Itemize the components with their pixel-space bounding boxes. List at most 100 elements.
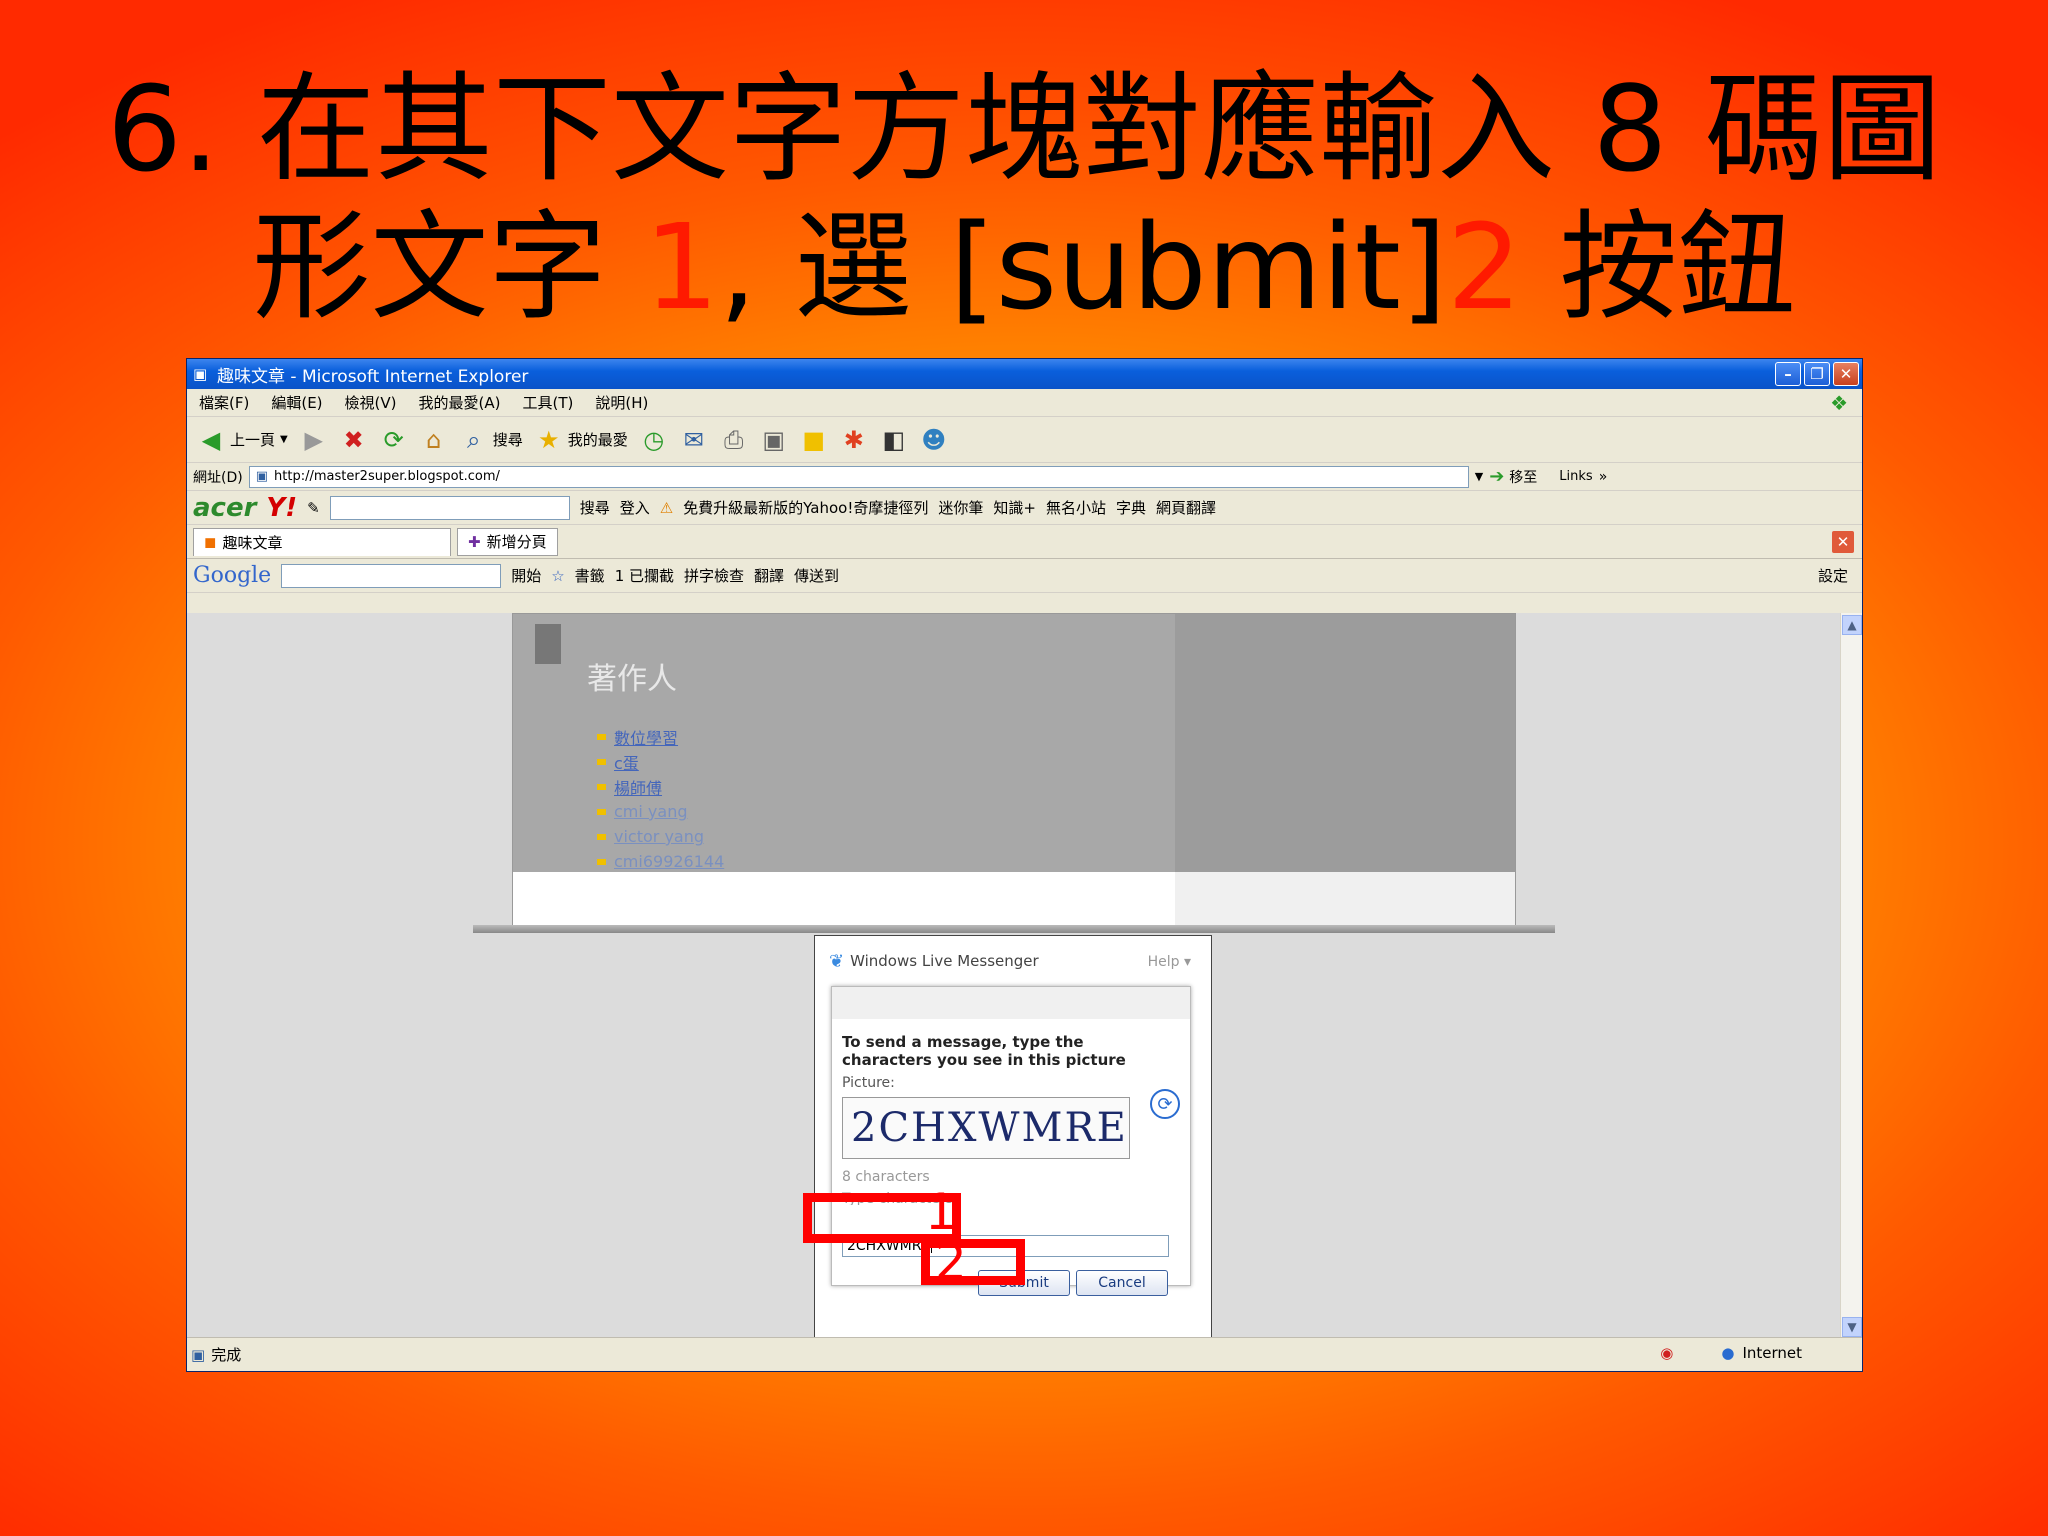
messenger-icon[interactable]: ◧	[880, 426, 908, 454]
links-button[interactable]: Links	[1559, 469, 1592, 484]
stop-icon[interactable]: ✖	[340, 426, 368, 454]
menu-tools[interactable]: 工具(T)	[522, 392, 573, 413]
messenger-brand: Windows Live Messenger	[850, 952, 1039, 970]
scroll-up-icon[interactable]: ▲	[1842, 615, 1862, 635]
blogger-icon: ◼	[204, 533, 217, 551]
popup-blocked-indicator[interactable]: 1 已攔截	[615, 565, 674, 586]
menu-file[interactable]: 檔案(F)	[199, 392, 249, 413]
tab-active[interactable]: ◼ 趣味文章	[193, 527, 451, 556]
address-input[interactable]: ▣ http://master2super.blogspot.com/	[248, 465, 1469, 488]
menu-edit[interactable]: 編輯(E)	[271, 392, 322, 413]
tab-bar: ◼ 趣味文章 ✚ 新增分頁 ✕	[187, 525, 1862, 559]
go-arrow-icon: ➔	[1489, 466, 1505, 487]
dropdown-arrow-icon: ▼	[280, 434, 288, 445]
yahoo-upgrade-link[interactable]: 免費升級最新版的Yahoo!奇摩捷徑列	[683, 497, 928, 518]
slide-title-line1: 6. 在其下文字方塊對應輸入 8 碼圖	[106, 60, 1942, 198]
windows-logo-icon: ❖	[1830, 391, 1848, 415]
google-settings-button[interactable]: 設定	[1818, 565, 1848, 586]
yahoo-search-input[interactable]	[329, 495, 570, 520]
menu-help[interactable]: 說明(H)	[595, 392, 648, 413]
captcha-image: 2CHXWMRE	[842, 1097, 1130, 1159]
page-translate-button[interactable]: 網頁翻譯	[1156, 497, 1216, 518]
author-link[interactable]: cmi69926144	[614, 852, 724, 871]
back-button[interactable]: ◀ 上一頁 ▼	[197, 426, 288, 454]
edit-icon[interactable]: ▣	[760, 426, 788, 454]
wretch-button[interactable]: 無名小站	[1046, 497, 1106, 518]
privacy-icon[interactable]: ◉	[1660, 1344, 1673, 1362]
security-zone: ◉ ● Internet	[1660, 1344, 1802, 1362]
step-number-2: 2	[1446, 198, 1522, 336]
page-content: 著作人 數位學習 c蛋 楊師傅 cmi yang victor yang cmi…	[187, 613, 1862, 1339]
mail-icon[interactable]: ✉	[680, 426, 708, 454]
print-icon[interactable]: ⎙	[720, 426, 748, 454]
dictionary-button[interactable]: 字典	[1116, 497, 1146, 518]
list-item: victor yang	[597, 824, 724, 849]
standard-toolbar: ◀ 上一頁 ▼ ▶ ✖ ⟳ ⌂ ⌕ 搜尋 ★ 我的最愛 ◷ ✉ ⎙ ▣ ■ ✱ …	[187, 417, 1862, 463]
close-tab-icon[interactable]: ✕	[1832, 531, 1854, 553]
google-start-button[interactable]: 開始	[511, 565, 541, 586]
favorites-button[interactable]: ★ 我的最愛	[535, 426, 628, 454]
author-list: 數位學習 c蛋 楊師傅 cmi yang victor yang cmi6992…	[597, 724, 724, 874]
author-link[interactable]: 楊師傅	[614, 775, 662, 799]
research-icon[interactable]: ✱	[840, 426, 868, 454]
captcha-instruction: To send a message, type the characters y…	[842, 1033, 1126, 1069]
contacts-icon[interactable]: ☻	[920, 426, 948, 454]
google-search-input[interactable]	[281, 563, 502, 588]
list-item: 數位學習	[597, 724, 724, 749]
chevron-right-icon[interactable]: »	[1599, 469, 1608, 485]
globe-icon: ●	[1721, 1344, 1735, 1362]
author-link[interactable]: cmi yang	[614, 802, 687, 821]
home-icon[interactable]: ⌂	[420, 426, 448, 454]
status-text: 完成	[211, 1346, 242, 1364]
captcha-refresh-icon[interactable]: ⟳	[1150, 1089, 1180, 1119]
address-bar: 網址(D) ▣ http://master2super.blogspot.com…	[187, 463, 1862, 491]
bookmark-star-icon: ☆	[551, 566, 565, 585]
go-button[interactable]: ➔ 移至	[1489, 466, 1537, 487]
messenger-logo-icon: ❦	[829, 950, 845, 972]
forward-button[interactable]: ▶	[300, 426, 328, 454]
acer-logo: acer	[193, 492, 257, 523]
page-icon: ▣	[255, 469, 269, 484]
close-button[interactable]: ✕	[1833, 362, 1859, 386]
cancel-button[interactable]: Cancel	[1076, 1270, 1168, 1296]
status-bar: ▣ 完成 ◉ ● Internet	[187, 1337, 1862, 1371]
new-tab-button[interactable]: ✚ 新增分頁	[457, 527, 558, 556]
minimize-button[interactable]: –	[1775, 362, 1801, 386]
author-link[interactable]: c蛋	[614, 750, 639, 774]
author-link[interactable]: victor yang	[614, 827, 704, 846]
vertical-scrollbar[interactable]: ▲ ▼	[1840, 613, 1862, 1339]
author-link[interactable]: 數位學習	[614, 725, 678, 749]
bookmarks-button[interactable]: 書籤	[575, 565, 605, 586]
ie-page-icon: ▣	[193, 365, 208, 383]
yahoo-search-button[interactable]: 搜尋	[580, 497, 610, 518]
plus-icon: ✚	[468, 532, 481, 551]
pencil-icon[interactable]: ✎	[307, 499, 320, 517]
maximize-button[interactable]: ❐	[1804, 362, 1830, 386]
note-icon[interactable]: ■	[800, 426, 828, 454]
mini-pen-button[interactable]: 迷你筆	[938, 497, 983, 518]
address-dropdown-icon[interactable]: ▼	[1475, 470, 1483, 483]
knowledge-button[interactable]: 知識+	[993, 497, 1036, 518]
list-item: c蛋	[597, 749, 724, 774]
help-menu[interactable]: Help ▾	[1148, 954, 1191, 970]
history-icon[interactable]: ◷	[640, 426, 668, 454]
char-count: 8 characters	[842, 1169, 930, 1185]
window-title: 趣味文章 - Microsoft Internet Explorer	[217, 366, 529, 387]
blog-heading: 著作人	[587, 662, 677, 697]
google-toolbar: Google 開始 ☆ 書籤 1 已攔截 拼字檢查 翻譯 傳送到 設定	[187, 559, 1862, 593]
send-to-button[interactable]: 傳送到	[794, 565, 839, 586]
yahoo-logo[interactable]: Y!	[266, 493, 297, 523]
menu-view[interactable]: 檢視(V)	[345, 392, 397, 413]
refresh-icon[interactable]: ⟳	[380, 426, 408, 454]
search-button[interactable]: ⌕ 搜尋	[460, 426, 523, 454]
browser-window: ▣ 趣味文章 - Microsoft Internet Explorer – ❐…	[186, 358, 1863, 1372]
scroll-down-icon[interactable]: ▼	[1842, 1317, 1862, 1337]
window-titlebar[interactable]: ▣ 趣味文章 - Microsoft Internet Explorer – ❐…	[187, 359, 1862, 389]
spellcheck-button[interactable]: 拼字檢查	[684, 565, 744, 586]
blog-panel: 著作人 數位學習 c蛋 楊師傅 cmi yang victor yang cmi…	[512, 613, 1516, 933]
google-translate-button[interactable]: 翻譯	[754, 565, 784, 586]
yahoo-login-button[interactable]: 登入	[620, 497, 650, 518]
menu-bar: 檔案(F) 編輯(E) 檢視(V) 我的最愛(A) 工具(T) 說明(H) ❖	[187, 389, 1862, 417]
messenger-header: ❦ Windows Live Messenger Help ▾	[815, 936, 1211, 986]
menu-favorites[interactable]: 我的最愛(A)	[419, 392, 501, 413]
